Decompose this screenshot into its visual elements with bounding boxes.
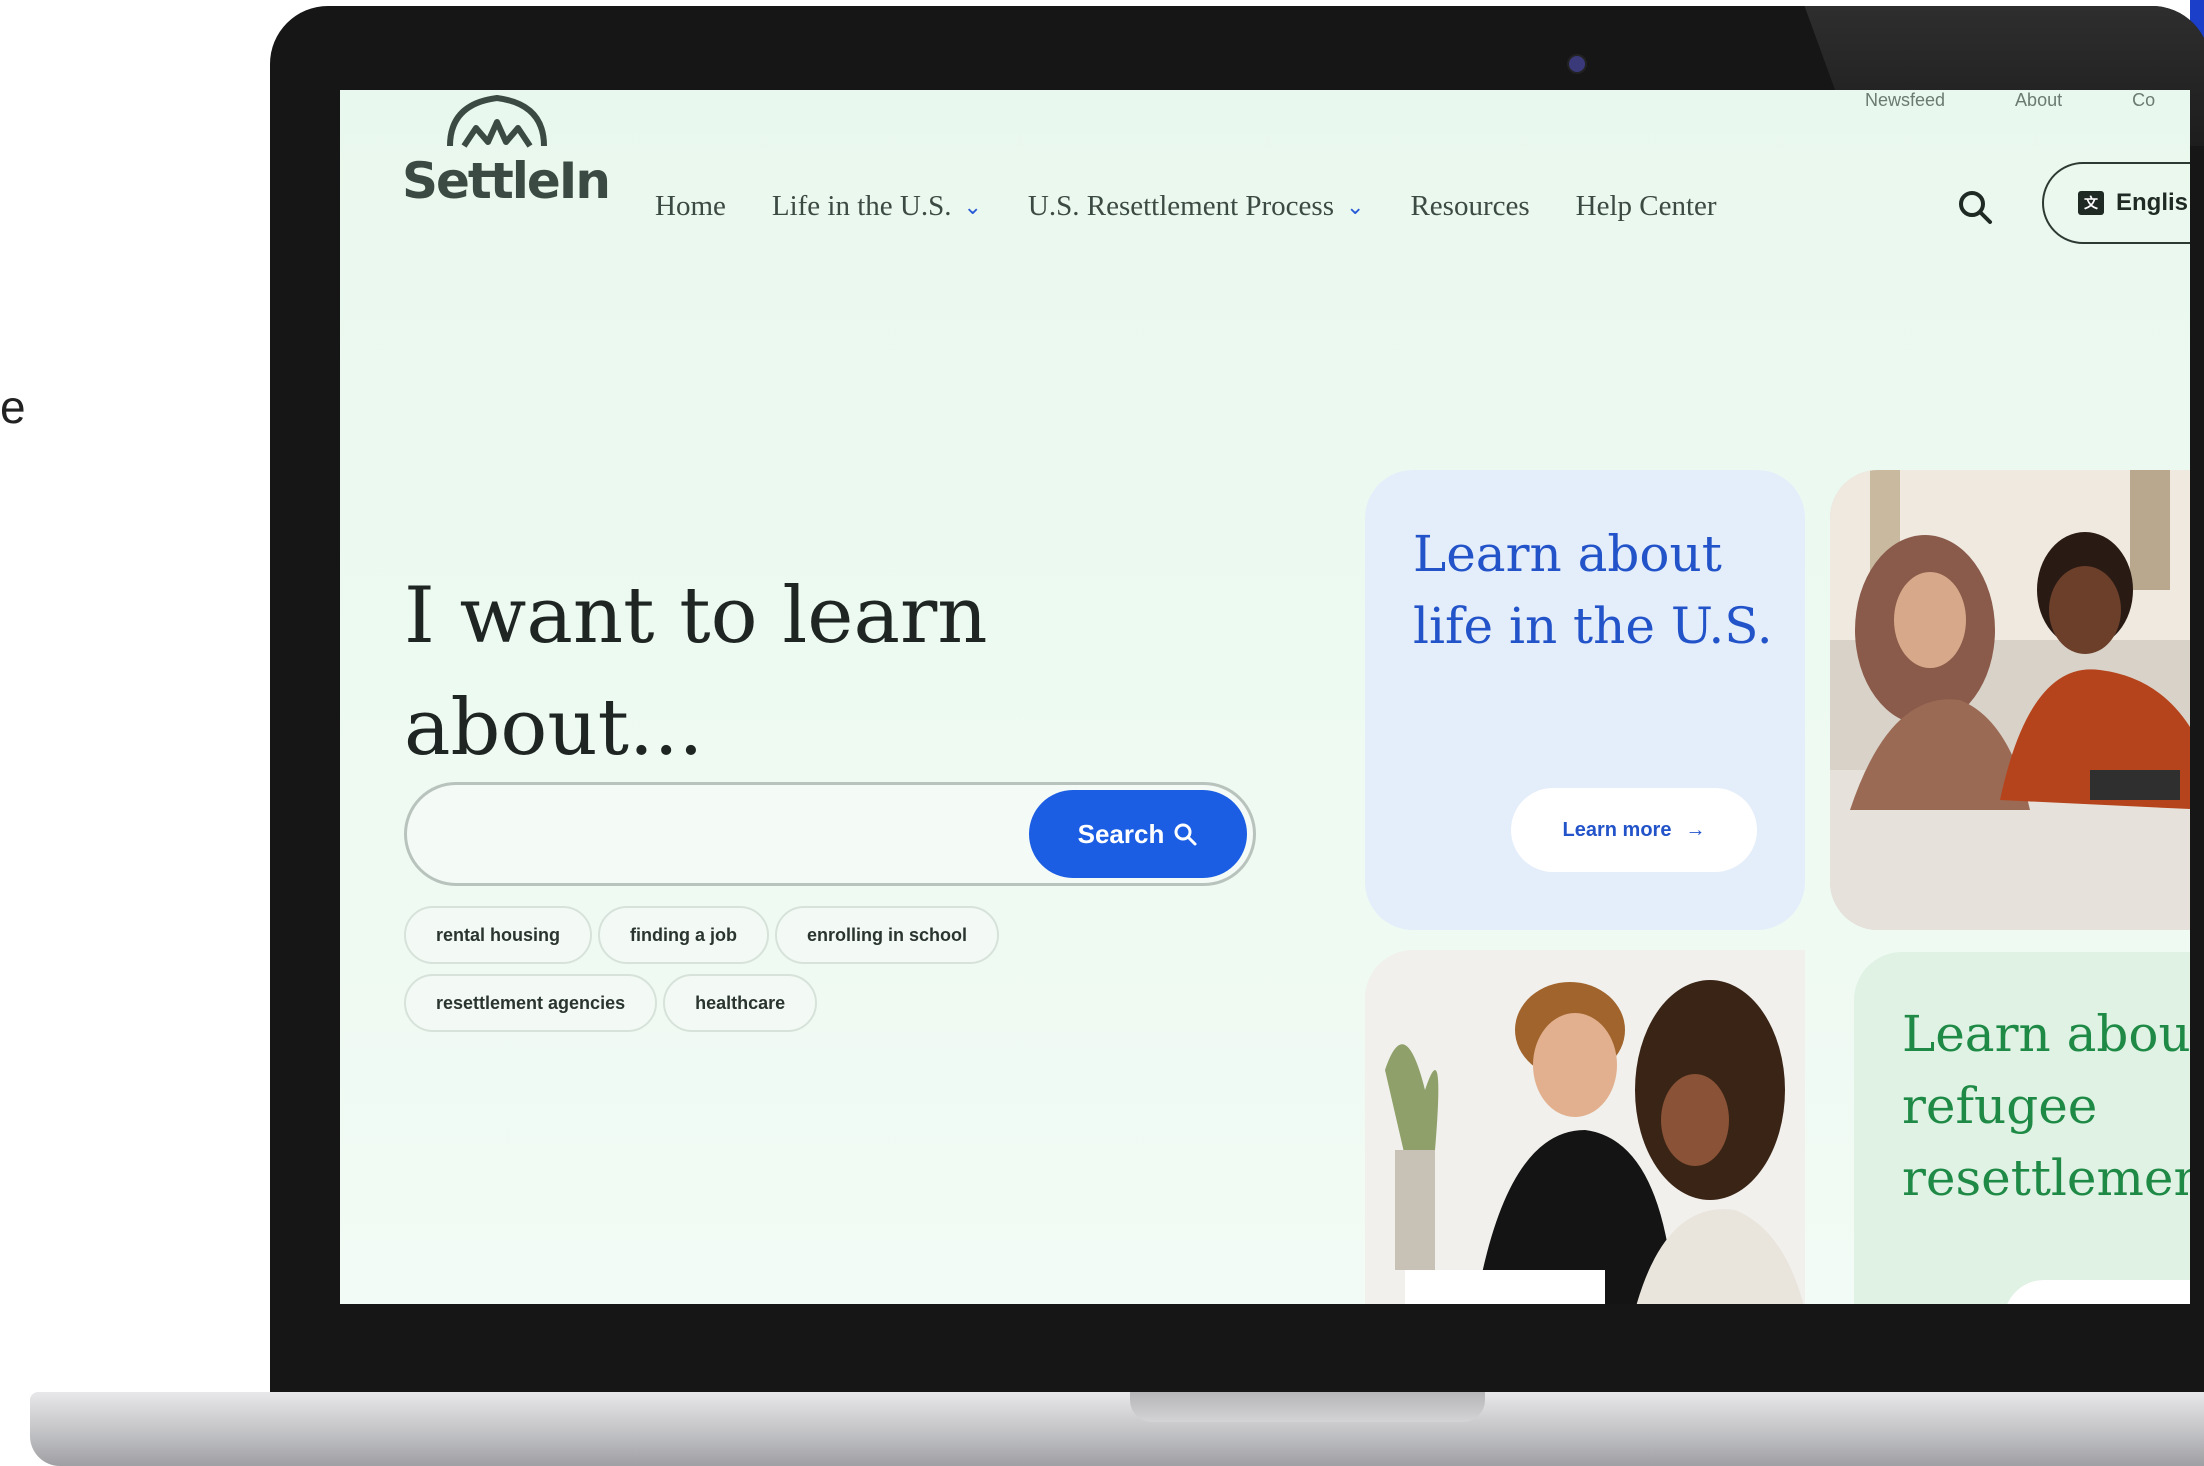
search-button-label: Search (1077, 818, 1165, 849)
hero-headline: I want to learn about... (404, 571, 988, 773)
search-icon (1174, 823, 1197, 846)
learn-more-label: Learn more (1562, 818, 1672, 841)
translate-icon: 文 (2078, 191, 2104, 215)
laptop-notch (1130, 1392, 1485, 1422)
photo-illustration (1365, 950, 1805, 1304)
topic-chip-finding-job[interactable]: finding a job (598, 906, 769, 964)
nav-label: Life in the U.S. (771, 190, 952, 222)
card-title-line: refugee (1902, 1077, 2098, 1135)
photo-illustration (1830, 470, 2190, 930)
card-title-line: resettlemen (1902, 1149, 2190, 1207)
photo-two-women-talking (1830, 470, 2190, 930)
nav-item-life-in-us[interactable]: Life in the U.S. ⌄ (772, 190, 982, 223)
nav-label: Home (655, 190, 726, 222)
topic-chip-rental-housing[interactable]: rental housing (404, 906, 593, 964)
main-nav: Home Life in the U.S. ⌄ U.S. Resettlemen… (655, 190, 1717, 223)
topic-search-field[interactable]: Search (404, 782, 1256, 886)
chip-row: resettlement agencies healthcare (404, 974, 1104, 1032)
top-link-contact[interactable]: Co (2132, 90, 2155, 111)
top-link-newsfeed[interactable]: Newsfeed (1865, 90, 1945, 111)
top-link-about[interactable]: About (2015, 90, 2062, 111)
header-search-button[interactable] (1956, 188, 1996, 228)
life-in-us-card[interactable]: Learn about life in the U.S. Learn more … (1365, 470, 1805, 930)
utility-links: Newsfeed About Co (1865, 90, 2155, 111)
stray-letter: e (0, 381, 26, 433)
nav-label: Help Center (1575, 190, 1717, 222)
topic-chip-enrolling-school[interactable]: enrolling in school (775, 906, 1000, 964)
card-title: Learn about refugee resettlemen (1902, 998, 2190, 1214)
topic-chip-healthcare[interactable]: healthcare (663, 974, 818, 1032)
logo-wordmark: SettleIn (402, 152, 611, 210)
nav-item-resources[interactable]: Resources (1410, 190, 1529, 223)
refugee-resettlement-card[interactable]: Learn about refugee resettlemen (1854, 952, 2190, 1304)
search-icon (1959, 191, 1992, 224)
suggested-topics: rental housing finding a job enrolling i… (404, 906, 1104, 1042)
language-selector[interactable]: 文 Englis (2042, 162, 2190, 244)
nav-item-home[interactable]: Home (655, 190, 726, 223)
learn-more-button[interactable] (2004, 1280, 2190, 1304)
chevron-down-icon: ⌄ (963, 193, 982, 219)
settlein-logo[interactable]: SettleIn (402, 90, 611, 220)
arrow-right-icon: → (1685, 818, 1706, 841)
language-label: Englis (2116, 189, 2189, 216)
card-title: Learn about life in the U.S. (1413, 525, 1773, 655)
search-button[interactable]: Search (1029, 790, 1247, 878)
chevron-down-icon: ⌄ (1346, 193, 1365, 219)
learn-more-button[interactable]: Learn more → (1511, 788, 1757, 872)
nav-item-help-center[interactable]: Help Center (1576, 190, 1717, 223)
nav-label: Resources (1410, 190, 1530, 222)
logo-house-icon (447, 94, 547, 148)
topic-chip-resettlement-agencies[interactable]: resettlement agencies (404, 974, 658, 1032)
webcam-icon (1567, 54, 1587, 74)
chip-row: rental housing finding a job enrolling i… (404, 906, 1104, 964)
photo-students-studying (1365, 950, 1805, 1304)
website-screen: Newsfeed About Co SettleIn Home Life in … (340, 90, 2190, 1304)
card-title-line: Learn about (1902, 1005, 2190, 1063)
nav-item-resettlement-process[interactable]: U.S. Resettlement Process ⌄ (1028, 190, 1365, 223)
nav-label: U.S. Resettlement Process (1027, 190, 1334, 222)
laptop-base (30, 1392, 2204, 1466)
